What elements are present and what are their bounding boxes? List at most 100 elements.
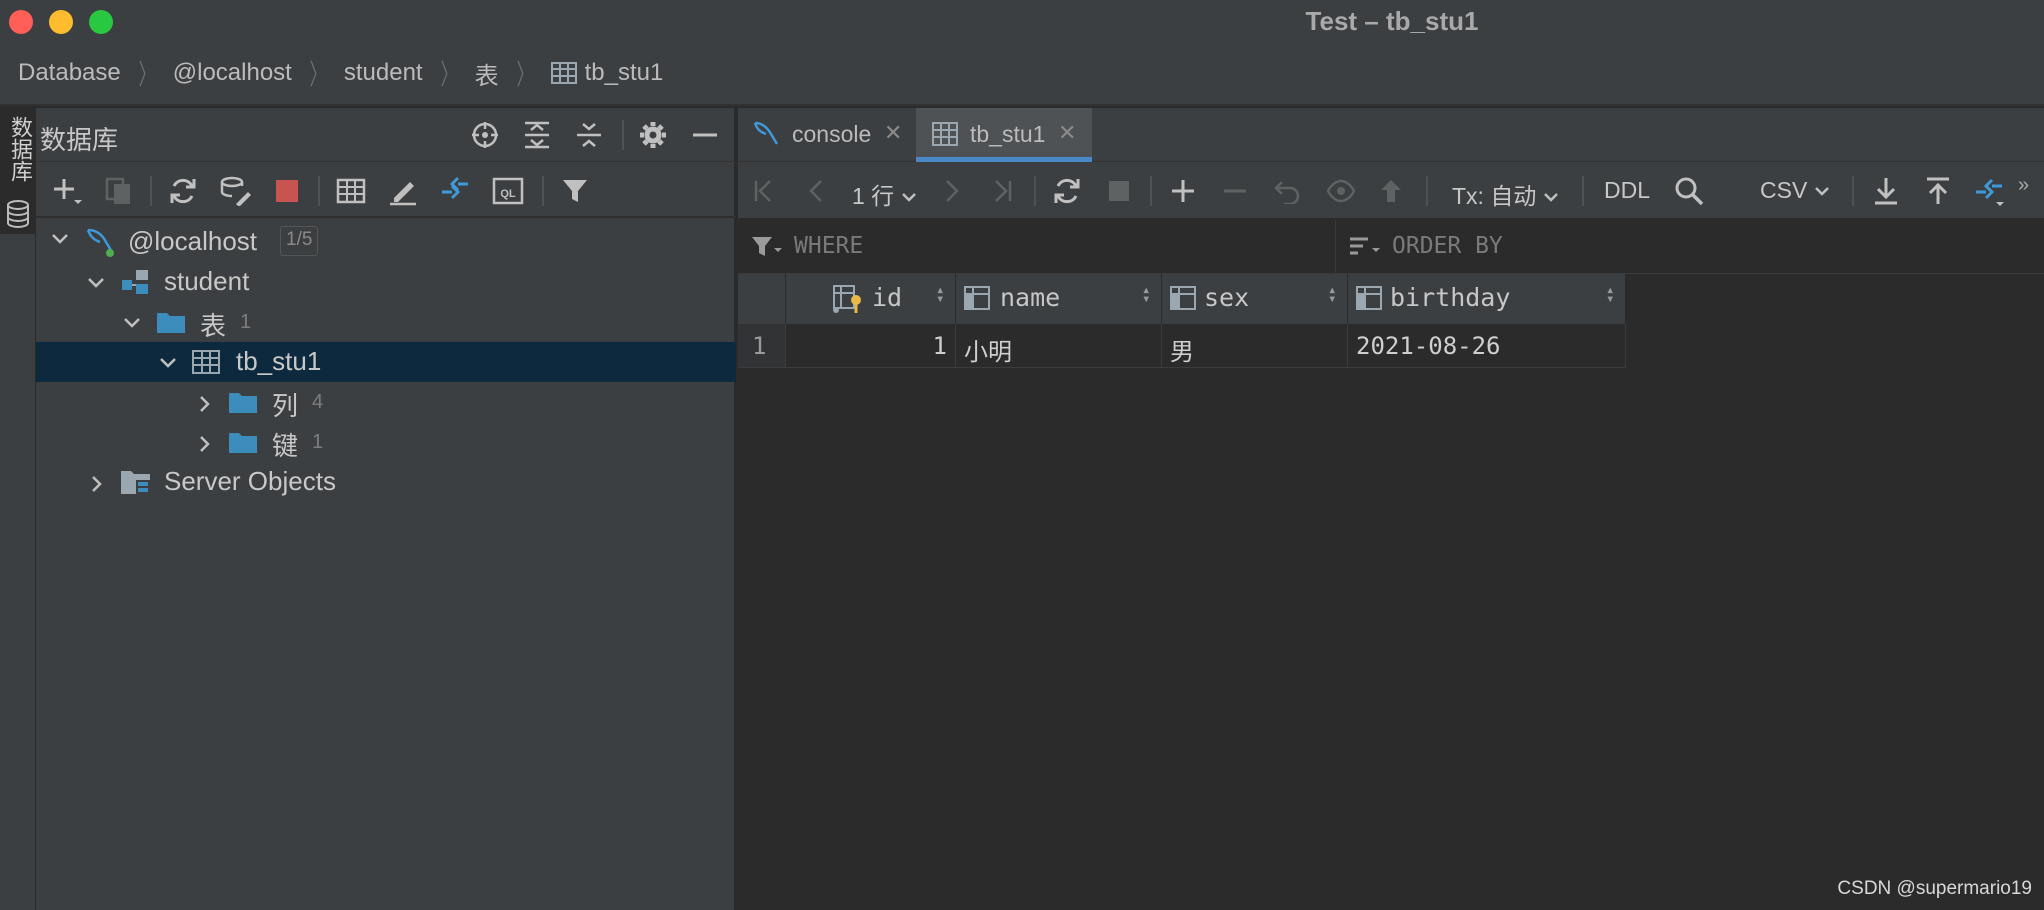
transaction-mode-selector[interactable]: Tx: 自动	[1452, 177, 1559, 211]
delete-row-icon[interactable]	[1222, 178, 1248, 204]
tree-node-keys-count: 1	[312, 431, 324, 453]
sort-icon	[1350, 237, 1380, 255]
tree-node-schema[interactable]: student	[36, 262, 736, 302]
copy-icon[interactable]	[104, 176, 134, 206]
download-icon[interactable]	[1872, 176, 1900, 206]
mysql-dolphin-icon	[753, 121, 779, 145]
table-view-icon[interactable]	[336, 176, 366, 206]
next-page-icon[interactable]	[938, 178, 964, 204]
jump-to-source-icon[interactable]	[440, 176, 470, 206]
sort-icon[interactable]: ▴ ▾	[936, 283, 944, 306]
tab-console-label: console	[792, 121, 872, 147]
sort-icon[interactable]: ▴ ▾	[1606, 283, 1614, 306]
stop-icon[interactable]	[274, 178, 300, 204]
tree-node-table-label: tb_stu1	[236, 346, 322, 376]
breadcrumb-table[interactable]: tb_stu1	[550, 59, 663, 87]
filter-icon[interactable]	[560, 176, 590, 206]
tree-node-tables-folder[interactable]: 表 1	[36, 302, 736, 342]
toolbar-separator	[542, 176, 544, 206]
crosshair-icon[interactable]	[470, 120, 500, 150]
toolbar-separator	[1582, 176, 1584, 206]
revert-icon[interactable]	[1274, 178, 1302, 204]
submit-icon[interactable]	[1378, 178, 1404, 204]
ddl-button[interactable]: DDL	[1604, 177, 1650, 204]
gear-icon[interactable]	[638, 120, 668, 150]
edit-icon[interactable]	[388, 176, 418, 206]
chevron-right-icon[interactable]	[194, 390, 214, 421]
toolbar-separator	[1034, 176, 1036, 206]
compare-icon[interactable]	[1974, 176, 2006, 208]
order-by-placeholder: ORDER BY	[1392, 233, 1503, 259]
server-objects-icon	[121, 471, 150, 494]
title-bar: Test – tb_stu1	[0, 0, 2044, 42]
breadcrumb-host[interactable]: @localhost	[173, 59, 292, 87]
column-icon	[1170, 286, 1196, 310]
tab-console[interactable]: console ✕	[738, 108, 916, 162]
close-icon[interactable]: ✕	[884, 120, 902, 146]
database-icon	[7, 200, 29, 228]
database-tool-tab[interactable]: 数据库	[0, 108, 36, 234]
toolbar-separator	[318, 176, 320, 206]
chevron-down-icon[interactable]	[50, 228, 70, 254]
first-page-icon[interactable]	[752, 178, 778, 204]
tool-window-strip: 数据库	[0, 108, 36, 910]
column-header-sex[interactable]: sex ▴ ▾	[1162, 274, 1348, 324]
column-icon	[964, 286, 990, 310]
table-cell-id[interactable]: 1	[786, 324, 956, 368]
tree-node-host[interactable]: @localhost 1/5	[36, 222, 736, 262]
column-header-name[interactable]: name ▴ ▾	[956, 274, 1162, 324]
add-icon[interactable]	[52, 176, 82, 206]
editor-area: console ✕ tb_stu1 ✕ 1 行 Tx: 自动 DDL CSV »…	[738, 108, 2044, 910]
search-icon[interactable]	[1674, 176, 1704, 206]
tree-node-tables-label: 表	[200, 311, 227, 341]
collapse-all-icon[interactable]	[574, 120, 604, 150]
previous-page-icon[interactable]	[804, 178, 830, 204]
sort-icon[interactable]: ▴ ▾	[1142, 283, 1150, 306]
stop-icon[interactable]	[1108, 180, 1130, 202]
toolbar-separator	[1426, 176, 1428, 206]
chevron-down-icon[interactable]	[86, 268, 106, 299]
toolbar-separator	[622, 120, 624, 150]
add-row-icon[interactable]	[1170, 178, 1196, 204]
tab-tb-stu1-label: tb_stu1	[970, 121, 1046, 147]
table-cell-name[interactable]: 小明	[956, 324, 1162, 368]
minimize-panel-icon[interactable]	[690, 120, 720, 150]
table-cell-birthday[interactable]: 2021-08-26	[1348, 324, 1626, 368]
refresh-icon[interactable]	[1052, 176, 1082, 206]
close-icon[interactable]: ✕	[1058, 120, 1076, 146]
upload-icon[interactable]	[1924, 176, 1952, 206]
more-actions-icon[interactable]: »	[2018, 174, 2029, 197]
tree-node-columns-label: 列	[272, 391, 299, 421]
expand-all-icon[interactable]	[522, 120, 552, 150]
table-icon	[192, 350, 220, 374]
tree-node-columns-folder[interactable]: 列 4	[36, 382, 736, 422]
tree-node-table[interactable]: tb_stu1	[36, 342, 736, 382]
chevron-right-icon[interactable]	[194, 430, 214, 461]
chevron-down-icon[interactable]	[158, 348, 178, 379]
row-number[interactable]: 1	[738, 324, 786, 368]
column-header-birthday[interactable]: birthday ▴ ▾	[1348, 274, 1626, 324]
tree-node-columns-count: 4	[312, 391, 324, 413]
column-header-id[interactable]: id ▴ ▾	[786, 274, 956, 324]
tree-node-keys-folder[interactable]: 键 1	[36, 422, 736, 462]
refresh-icon[interactable]	[168, 176, 198, 206]
chevron-right-icon[interactable]	[86, 470, 106, 501]
export-format-selector[interactable]: CSV	[1760, 177, 1830, 204]
page-size-selector[interactable]: 1 行	[852, 177, 917, 211]
data-source-properties-icon[interactable]	[220, 176, 252, 206]
tree-node-server-objects[interactable]: Server Objects	[36, 462, 736, 502]
breadcrumb-database[interactable]: Database	[18, 59, 121, 87]
query-console-icon[interactable]: QL	[492, 176, 524, 206]
chevron-down-icon[interactable]	[122, 308, 142, 339]
last-page-icon[interactable]	[988, 178, 1014, 204]
breadcrumb: Database 〉 @localhost 〉 student 〉 表 〉 tb…	[0, 42, 2044, 106]
order-by-input[interactable]: ORDER BY	[1336, 220, 2044, 274]
breadcrumb-tables[interactable]: 表	[475, 56, 499, 91]
tab-tb-stu1[interactable]: tb_stu1 ✕	[916, 108, 1092, 162]
table-cell-sex[interactable]: 男	[1162, 324, 1348, 368]
preview-changes-icon[interactable]	[1326, 178, 1356, 204]
where-filter-input[interactable]: WHERE	[738, 220, 1336, 274]
breadcrumb-schema[interactable]: student	[344, 59, 423, 87]
sort-icon[interactable]: ▴ ▾	[1328, 283, 1336, 306]
chevron-right-icon: 〉	[516, 59, 534, 90]
